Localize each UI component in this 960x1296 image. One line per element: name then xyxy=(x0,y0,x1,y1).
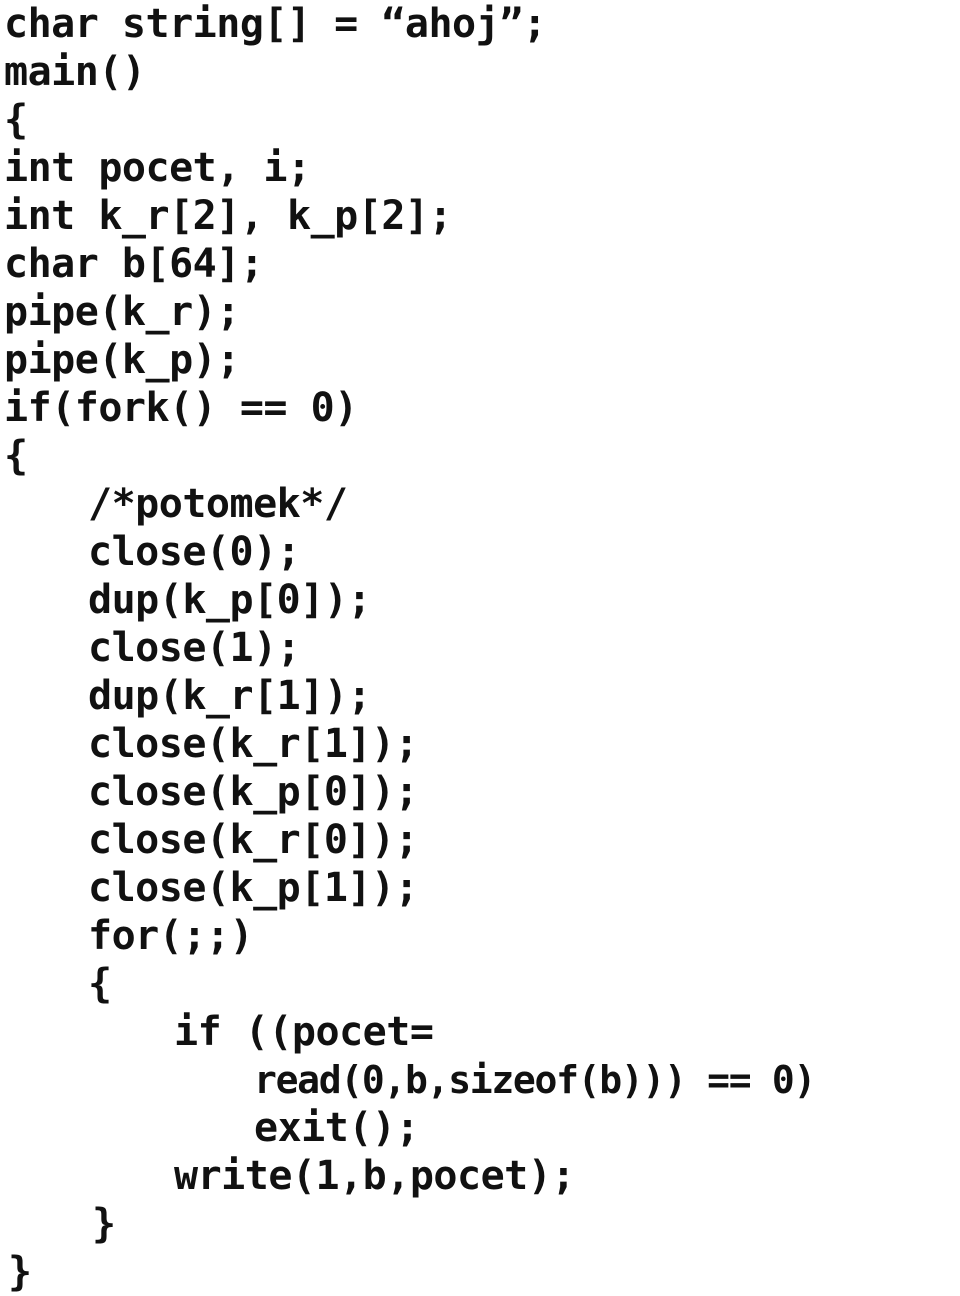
code-line: { xyxy=(4,433,28,479)
code-listing: char string[] = “ahoj”; main(){int pocet,… xyxy=(0,0,960,1295)
code-line: if(fork() == 0) xyxy=(4,385,358,431)
code-line: pipe(k_r); xyxy=(4,289,240,335)
code-line: } xyxy=(92,1201,116,1247)
code-line: char b[64]; xyxy=(4,241,264,287)
code-line: close(k_p[0]); xyxy=(88,769,419,815)
code-line: for(;;) xyxy=(88,913,254,959)
code-line: close(k_p[1]); xyxy=(88,865,419,911)
code-line: } xyxy=(8,1249,32,1295)
code-line: char string[] = “ahoj”; xyxy=(4,1,547,47)
code-line: write(1,b,pocet); xyxy=(174,1153,575,1199)
code-line: dup(k_p[0]); xyxy=(88,577,371,623)
code-line: pipe(k_p); xyxy=(4,337,240,383)
code-line: close(k_r[1]); xyxy=(88,721,419,767)
code-line: { xyxy=(88,961,112,1007)
code-line: close(0); xyxy=(88,529,301,575)
code-line: read(0,b,sizeof(b))) == 0) xyxy=(254,1058,816,1102)
code-line: exit(); xyxy=(254,1105,420,1151)
code-line: close(1); xyxy=(88,625,301,671)
code-line: if ((pocet= xyxy=(174,1009,434,1055)
code-line: int pocet, i; xyxy=(4,145,311,191)
code-line: close(k_r[0]); xyxy=(88,817,419,863)
code-line: /*potomek*/ xyxy=(88,481,348,527)
code-line: int k_r[2], k_p[2]; xyxy=(4,193,453,239)
code-line: main() xyxy=(4,49,146,95)
code-line: { xyxy=(4,97,28,143)
code-line: dup(k_r[1]); xyxy=(88,673,371,719)
